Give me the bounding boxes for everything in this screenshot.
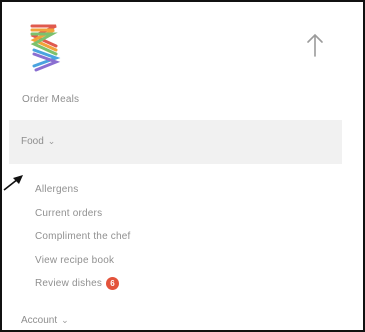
app-title: Order Meals: [22, 94, 80, 105]
menu-item-label: Review dishes: [35, 278, 103, 290]
window-frame: Order Meals Food ⌄ Allergens Current orde…: [0, 0, 365, 332]
side-menu-panel: Order Meals Food ⌄ Allergens Current orde…: [9, 10, 354, 330]
menu-item-compliment-chef[interactable]: Compliment the chef: [35, 225, 131, 249]
menu-item-review-dishes[interactable]: Review dishes 6: [35, 272, 131, 296]
stripes-logo-icon[interactable]: [26, 22, 62, 72]
account-section-label: Account: [21, 315, 58, 326]
menu-item-allergens[interactable]: Allergens: [35, 178, 131, 202]
food-section-label-wrap: Food ⌄: [21, 136, 55, 147]
menu-item-view-recipe-book[interactable]: View recipe book: [35, 249, 131, 273]
menu-item-label: Current orders: [35, 207, 103, 219]
account-section-toggle[interactable]: Account ⌄: [21, 315, 69, 326]
menu-item-label: Compliment the chef: [35, 231, 131, 243]
menu-item-label: View recipe book: [35, 254, 115, 266]
chevron-down-icon: ⌄: [47, 136, 56, 146]
food-menu-list: Allergens Current orders Compliment the …: [35, 178, 131, 296]
menu-item-current-orders[interactable]: Current orders: [35, 202, 131, 226]
chevron-down-icon: ⌄: [61, 315, 69, 325]
notification-badge: 6: [106, 277, 120, 291]
food-section-toggle[interactable]: Food ⌄: [9, 120, 342, 164]
menu-item-label: Allergens: [35, 184, 79, 196]
food-section-label: Food: [21, 136, 44, 147]
pointer-arrow-icon: [3, 175, 23, 191]
arrow-up-icon[interactable]: [305, 32, 325, 58]
